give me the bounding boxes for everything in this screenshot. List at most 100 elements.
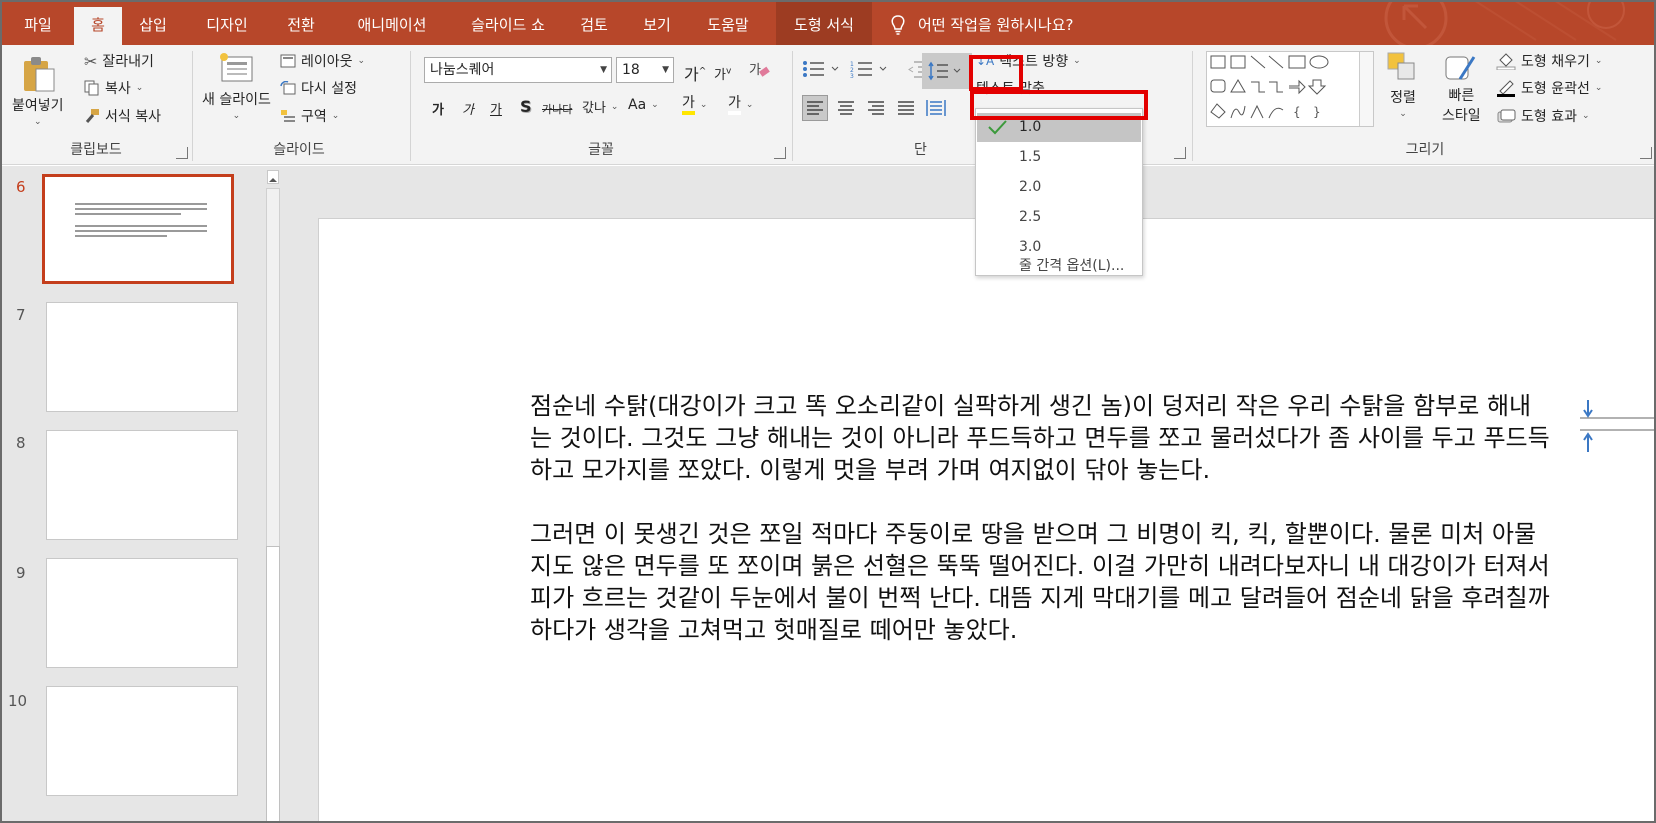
new-slide-button[interactable]: 새 슬라이드 ⌄ bbox=[202, 51, 271, 121]
tab-animations[interactable]: 애니메이션 bbox=[340, 7, 444, 45]
scroll-thumb[interactable] bbox=[266, 546, 280, 823]
shapes-gallery[interactable]: {} bbox=[1206, 51, 1374, 127]
cut-button[interactable]: ✂ 잘라내기 bbox=[84, 51, 154, 71]
thumbnail-scrollbar[interactable] bbox=[264, 166, 282, 823]
dialog-launcher-icon[interactable] bbox=[774, 147, 786, 159]
align-left-button[interactable] bbox=[802, 95, 828, 121]
tab-insert[interactable]: 삽입 bbox=[128, 7, 178, 45]
align-right-icon[interactable] bbox=[864, 96, 888, 120]
font-size-combobox[interactable]: 18 ▼ bbox=[616, 57, 674, 83]
group-divider bbox=[792, 51, 793, 161]
dialog-launcher-icon[interactable] bbox=[1640, 147, 1652, 159]
shape-outline-button[interactable]: 도형 윤곽선 ⌄ bbox=[1496, 78, 1602, 98]
line-spacing-options-menu-item[interactable]: 줄 간격 옵션(L)... bbox=[977, 259, 1141, 277]
dialog-launcher-icon[interactable] bbox=[176, 147, 188, 159]
line-spacing-button[interactable] bbox=[922, 53, 972, 89]
font-color-icon: 가 bbox=[728, 95, 741, 115]
line-spacing-icon bbox=[928, 61, 961, 81]
drawing-group-label: 그리기 bbox=[1405, 142, 1445, 158]
quick-styles-button[interactable]: 빠른 스타일 bbox=[1442, 51, 1481, 125]
clear-formatting-icon[interactable]: 가 bbox=[748, 59, 770, 81]
copy-button[interactable]: 복사 ⌄ bbox=[84, 78, 143, 98]
align-center-icon[interactable] bbox=[834, 96, 858, 120]
tab-slide-show[interactable]: 슬라이드 쇼 bbox=[456, 7, 560, 45]
svg-text:}: } bbox=[1313, 105, 1321, 119]
reset-button[interactable]: 다시 설정 bbox=[280, 78, 357, 98]
chevron-down-icon: ⌄ bbox=[699, 100, 708, 110]
decrease-font-size-button[interactable]: 가v bbox=[714, 64, 731, 83]
shape-fill-button[interactable]: 도형 채우기 ⌄ bbox=[1496, 51, 1602, 71]
highlight-box-line-spacing-button bbox=[969, 55, 1023, 91]
justify-icon[interactable] bbox=[894, 96, 918, 120]
section-label: 구역 bbox=[301, 109, 327, 125]
slide-thumbnail-9[interactable] bbox=[46, 558, 238, 668]
tab-shape-format[interactable]: 도형 서식 bbox=[776, 0, 872, 45]
tab-transitions[interactable]: 전환 bbox=[276, 7, 326, 45]
lightbulb-icon bbox=[891, 15, 905, 35]
arrange-label: 정렬 bbox=[1390, 90, 1416, 106]
increase-font-size-button[interactable]: 가^ bbox=[684, 61, 706, 85]
group-divider bbox=[192, 51, 193, 161]
slide-thumbnail-panel: 6 7 8 9 10 bbox=[0, 166, 270, 823]
slide-number: 7 bbox=[16, 306, 26, 324]
strikethrough-button[interactable]: 가나다 bbox=[542, 101, 572, 117]
numbering-icon[interactable]: 123 bbox=[850, 59, 890, 79]
line-spacing-option-2-5[interactable]: 2.5 bbox=[977, 203, 1141, 232]
line-spacing-option-1-5[interactable]: 1.5 bbox=[977, 143, 1141, 172]
underline-button[interactable]: 가 bbox=[490, 99, 502, 118]
align-left-icon bbox=[807, 101, 823, 115]
tell-me-search[interactable]: 어떤 작업을 원하시나요? bbox=[890, 7, 1074, 43]
option-label: 3.0 bbox=[1019, 239, 1042, 255]
tab-design[interactable]: 디자인 bbox=[196, 7, 258, 45]
scissors-icon: ✂ bbox=[84, 51, 98, 71]
chevron-down-icon: ▼ bbox=[662, 65, 669, 75]
arrange-button[interactable]: 정렬 ⌄ bbox=[1386, 51, 1420, 119]
character-spacing-button[interactable]: 갃나 ⌄ bbox=[582, 97, 618, 116]
option-label: 1.0 bbox=[1019, 119, 1042, 135]
layout-button[interactable]: 레이아웃 ⌄ bbox=[280, 51, 365, 71]
chevron-down-icon: ⌄ bbox=[33, 117, 42, 127]
dialog-launcher-icon[interactable] bbox=[1174, 147, 1186, 159]
bold-button[interactable]: 가 bbox=[432, 99, 444, 118]
shape-effects-button[interactable]: 도형 효과 ⌄ bbox=[1496, 106, 1590, 126]
svg-text:{: { bbox=[1293, 105, 1301, 119]
format-painter-button[interactable]: 서식 복사 bbox=[84, 106, 161, 126]
distributed-icon[interactable] bbox=[924, 96, 948, 120]
tab-review[interactable]: 검토 bbox=[570, 7, 618, 45]
chevron-down-icon: ⌄ bbox=[1073, 56, 1081, 66]
bullets-icon[interactable] bbox=[802, 59, 842, 79]
gallery-scroll[interactable] bbox=[1359, 52, 1373, 126]
chevron-down-icon: ⌄ bbox=[357, 56, 366, 66]
paragraph-1: 점순네 수탉(대강이가 크고 똑 오소리같이 실팍하게 생긴 놈)이 덩저리 작… bbox=[530, 392, 1550, 484]
slide-text-box[interactable]: 점순네 수탉(대강이가 크고 똑 오소리같이 실팍하게 생긴 놈)이 덩저리 작… bbox=[530, 390, 1550, 678]
line-spacing-option-2-0[interactable]: 2.0 bbox=[977, 173, 1141, 202]
grow-font-label: 가 bbox=[684, 65, 699, 84]
reset-icon bbox=[280, 81, 296, 95]
layout-label: 레이아웃 bbox=[301, 54, 353, 70]
slides-group: 새 슬라이드 ⌄ 레이아웃 ⌄ 다시 설정 구역 ⌄ 슬라이드 bbox=[194, 45, 404, 165]
slide-thumbnail-7[interactable] bbox=[46, 302, 238, 412]
paint-bucket-icon bbox=[1496, 53, 1516, 70]
tab-view[interactable]: 보기 bbox=[632, 7, 682, 45]
section-button[interactable]: 구역 ⌄ bbox=[280, 106, 339, 126]
tab-file[interactable]: 파일 bbox=[12, 7, 64, 45]
new-slide-icon bbox=[220, 53, 253, 82]
text-shadow-button[interactable]: S bbox=[520, 97, 532, 116]
cut-label: 잘라내기 bbox=[102, 54, 154, 70]
tab-help[interactable]: 도움말 bbox=[696, 7, 760, 45]
font-name-combobox[interactable]: 나눔스퀘어 ▼ bbox=[424, 57, 612, 83]
paste-icon bbox=[23, 57, 55, 92]
font-color-button[interactable]: 가 ⌄ bbox=[728, 95, 753, 115]
highlight-color-button[interactable]: 가 ⌄ bbox=[682, 95, 707, 115]
shape-fill-label: 도형 채우기 bbox=[1521, 54, 1590, 70]
tab-home[interactable]: 홈 bbox=[74, 7, 122, 45]
scroll-up-icon[interactable] bbox=[267, 170, 279, 184]
slide-thumbnail-6[interactable] bbox=[42, 174, 234, 284]
font-color-label: 가 bbox=[728, 95, 741, 111]
change-case-button[interactable]: Aa ⌄ bbox=[628, 97, 659, 113]
paste-button[interactable]: 붙여넣기 ⌄ bbox=[12, 53, 64, 127]
shrink-font-label: 가 bbox=[714, 68, 726, 83]
italic-button[interactable]: 가 bbox=[462, 99, 474, 118]
slide-thumbnail-10[interactable] bbox=[46, 686, 238, 796]
slide-thumbnail-8[interactable] bbox=[46, 430, 238, 540]
